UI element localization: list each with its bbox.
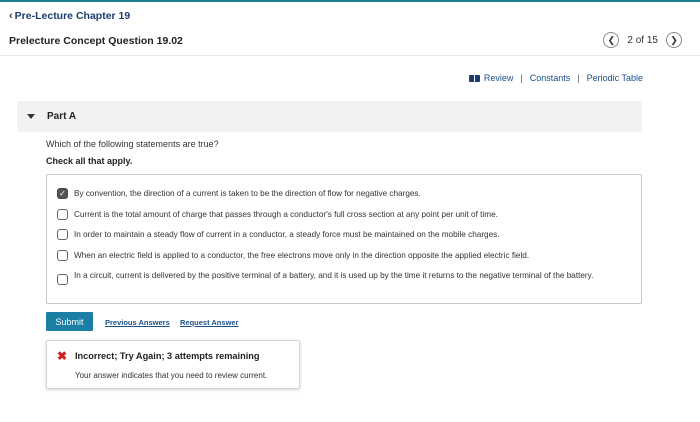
top-accent-bar: [0, 0, 700, 2]
part-a-header[interactable]: Part A: [17, 101, 642, 132]
answer-options: ✓ By convention, the direction of a curr…: [46, 174, 642, 304]
checkbox[interactable]: [57, 229, 68, 240]
pager: ❮ 2 of 15 ❯: [603, 32, 682, 48]
checkbox[interactable]: [57, 209, 68, 220]
page-title: Prelecture Concept Question 19.02: [9, 35, 183, 47]
back-link-label: Pre-Lecture Chapter 19: [14, 10, 131, 22]
answer-option[interactable]: In order to maintain a steady flow of cu…: [57, 229, 614, 240]
answer-option-text: When an electric field is applied to a c…: [74, 251, 530, 260]
answer-option-text: In a circuit, current is delivered by th…: [74, 271, 594, 280]
check-icon: ✓: [59, 188, 66, 198]
periodic-table-link[interactable]: Periodic Table: [587, 73, 643, 83]
answer-option[interactable]: ✓ By convention, the direction of a curr…: [57, 188, 614, 199]
question-instruction: Check all that apply.: [46, 156, 133, 166]
feedback-title: Incorrect; Try Again; 3 attempts remaini…: [75, 351, 260, 361]
constants-link[interactable]: Constants: [530, 73, 571, 83]
collapse-triangle-icon: [27, 114, 35, 119]
resource-links: Review | Constants | Periodic Table: [468, 73, 643, 83]
checkbox-checked[interactable]: ✓: [57, 188, 68, 199]
answer-option-text: In order to maintain a steady flow of cu…: [74, 230, 500, 239]
link-separator: |: [520, 73, 523, 83]
checkbox[interactable]: [57, 274, 68, 285]
answer-option[interactable]: Current is the total amount of charge th…: [57, 209, 614, 220]
submit-button[interactable]: Submit: [46, 312, 93, 331]
incorrect-x-icon: ✖: [57, 349, 68, 363]
previous-answers-link[interactable]: Previous Answers: [105, 318, 170, 327]
link-separator: |: [577, 73, 580, 83]
answer-option[interactable]: In a circuit, current is delivered by th…: [57, 270, 614, 285]
pager-position: 2 of 15: [627, 34, 658, 46]
chevron-right-icon: ❯: [670, 34, 678, 45]
request-answer-link[interactable]: Request Answer: [180, 318, 239, 327]
chevron-left-icon: ‹: [9, 10, 13, 22]
answer-option[interactable]: When an electric field is applied to a c…: [57, 250, 614, 261]
part-label: Part A: [47, 111, 77, 122]
next-item-button[interactable]: ❯: [666, 32, 682, 48]
checkbox[interactable]: [57, 250, 68, 261]
answer-option-text: Current is the total amount of charge th…: [74, 210, 498, 219]
previous-item-button[interactable]: ❮: [603, 32, 620, 48]
chevron-left-icon: ❮: [607, 34, 616, 45]
feedback-message: Your answer indicates that you need to r…: [75, 371, 268, 380]
question-prompt: Which of the following statements are tr…: [46, 139, 219, 149]
header-divider: [0, 55, 700, 56]
back-link[interactable]: ‹ Pre-Lecture Chapter 19: [9, 10, 130, 22]
review-link[interactable]: Review: [484, 73, 514, 83]
book-icon: [468, 74, 480, 82]
feedback-box: ✖ Incorrect; Try Again; 3 attempts remai…: [46, 340, 300, 389]
answer-option-text: By convention, the direction of a curren…: [74, 189, 421, 198]
